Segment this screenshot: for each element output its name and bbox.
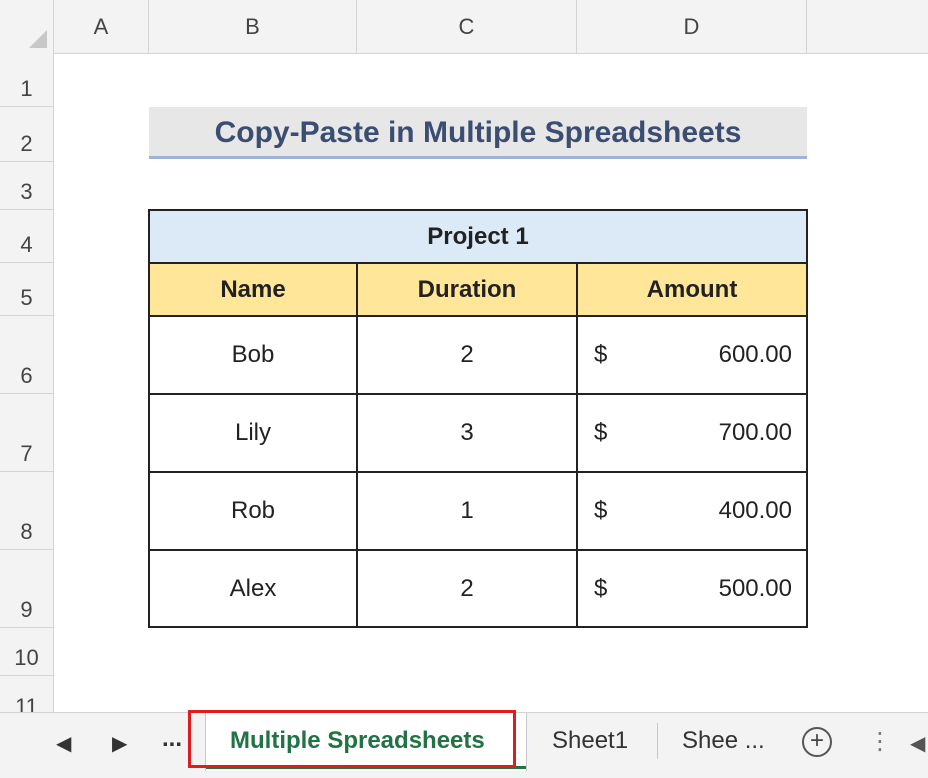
table-row-duration-cell[interactable]: 1 [358, 473, 578, 551]
tab-sheet1[interactable]: Sheet1 [552, 713, 628, 769]
column-header-d[interactable]: D [577, 0, 807, 54]
more-sheets-left-button[interactable]: ... [162, 725, 182, 753]
table-row-name-cell[interactable]: Lily [150, 395, 358, 473]
column-header-e[interactable] [807, 0, 928, 54]
header-duration-cell[interactable]: Duration [358, 264, 578, 317]
table-row-name-cell[interactable]: Rob [150, 473, 358, 551]
amount-value: 400.00 [718, 497, 792, 524]
table-row-amount-cell[interactable]: $ 400.00 [578, 473, 806, 551]
table-row-name-cell[interactable]: Bob [150, 317, 358, 395]
currency-symbol: $ [594, 574, 608, 602]
highlight-box [188, 710, 516, 768]
tab-divider [657, 723, 658, 759]
row-header-7[interactable]: 7 [0, 394, 54, 472]
table-row-duration-cell[interactable]: 2 [358, 551, 578, 626]
row-header-5[interactable]: 5 [0, 263, 54, 316]
currency-symbol: $ [594, 341, 608, 368]
project-title-cell[interactable]: Project 1 [150, 211, 806, 264]
row-header-8[interactable]: 8 [0, 472, 54, 550]
tab-sheet-more[interactable]: Shee ... [682, 713, 765, 769]
row-header-10[interactable]: 10 [0, 628, 54, 676]
currency-symbol: $ [594, 497, 608, 524]
row-header-3[interactable]: 3 [0, 162, 54, 210]
select-all-corner[interactable] [0, 0, 54, 54]
amount-value: 700.00 [718, 419, 792, 446]
row-header-2[interactable]: 2 [0, 107, 54, 162]
currency-symbol: $ [594, 419, 608, 446]
amount-value: 600.00 [718, 341, 792, 368]
amount-value: 500.00 [718, 574, 792, 602]
column-header-bar: A B C D [0, 0, 928, 54]
row-header-4[interactable]: 4 [0, 210, 54, 263]
header-amount-cell[interactable]: Amount [578, 264, 806, 317]
column-header-b[interactable]: B [149, 0, 357, 54]
table-row-duration-cell[interactable]: 2 [358, 317, 578, 395]
add-sheet-icon[interactable]: + [802, 727, 832, 757]
options-icon[interactable]: ⋮ [868, 727, 892, 756]
header-name-cell[interactable]: Name [150, 264, 358, 317]
column-header-a[interactable]: A [54, 0, 149, 54]
table-row-duration-cell[interactable]: 3 [358, 395, 578, 473]
row-header-1[interactable]: 1 [0, 54, 54, 107]
table-row-amount-cell[interactable]: $ 600.00 [578, 317, 806, 395]
sheet-title[interactable]: Copy-Paste in Multiple Spreadsheets [149, 107, 807, 159]
column-header-c[interactable]: C [357, 0, 577, 54]
scroll-left-icon[interactable]: ◀ [910, 731, 925, 756]
table-row-amount-cell[interactable]: $ 500.00 [578, 551, 806, 626]
row-header-11[interactable]: 11 [0, 676, 54, 719]
table-row-amount-cell[interactable]: $ 700.00 [578, 395, 806, 473]
next-sheet-icon[interactable]: ▶ [112, 731, 127, 756]
previous-sheet-icon[interactable]: ◀ [56, 731, 71, 756]
project-table: Project 1 Name Duration Amount Bob 2 $ 6… [148, 209, 808, 628]
row-header-6[interactable]: 6 [0, 316, 54, 394]
row-header-9[interactable]: 9 [0, 550, 54, 628]
table-row-name-cell[interactable]: Alex [150, 551, 358, 626]
